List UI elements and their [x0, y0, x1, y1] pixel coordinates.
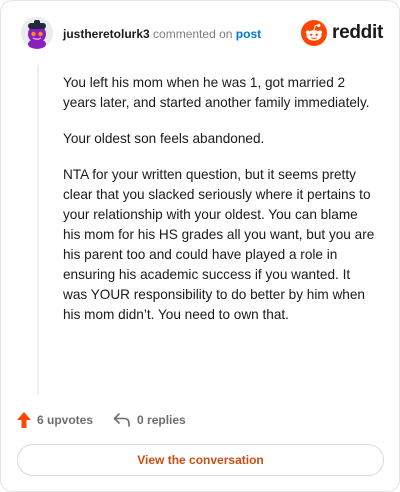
- comment-body: You left his mom when he was 1, got marr…: [37, 65, 377, 395]
- reply-arrow-icon: [113, 413, 130, 427]
- view-conversation-button[interactable]: View the conversation: [17, 444, 384, 476]
- comment-embed-card: justheretolurk3 commented on post reddit…: [0, 0, 400, 492]
- reply-count: 0 replies: [137, 413, 186, 427]
- reddit-brand[interactable]: reddit: [301, 19, 383, 47]
- comment-paragraph: Your oldest son feels abandoned.: [63, 131, 265, 146]
- comment-paragraph: NTA for your written question, but it se…: [63, 167, 375, 322]
- post-link[interactable]: post: [236, 27, 261, 41]
- username-link[interactable]: justheretolurk3: [63, 27, 150, 41]
- upvote-arrow-icon: [17, 412, 31, 428]
- snoo-avatar-icon: [21, 17, 53, 49]
- reddit-logo-icon: [301, 20, 328, 46]
- upvote-button[interactable]: 6 upvotes: [17, 412, 93, 428]
- reddit-wordmark: reddit: [332, 22, 383, 43]
- user-avatar[interactable]: [21, 17, 53, 49]
- comment-paragraph: You left his mom when he was 1, got marr…: [63, 75, 370, 110]
- comment-actions: 6 upvotes 0 replies: [17, 409, 186, 431]
- upvote-count: 6 upvotes: [37, 413, 94, 427]
- byline: justheretolurk3 commented on post: [63, 27, 261, 41]
- comment-header: justheretolurk3 commented on post reddit: [21, 17, 383, 53]
- byline-verb: commented on: [153, 27, 233, 41]
- reply-button[interactable]: 0 replies: [113, 413, 186, 427]
